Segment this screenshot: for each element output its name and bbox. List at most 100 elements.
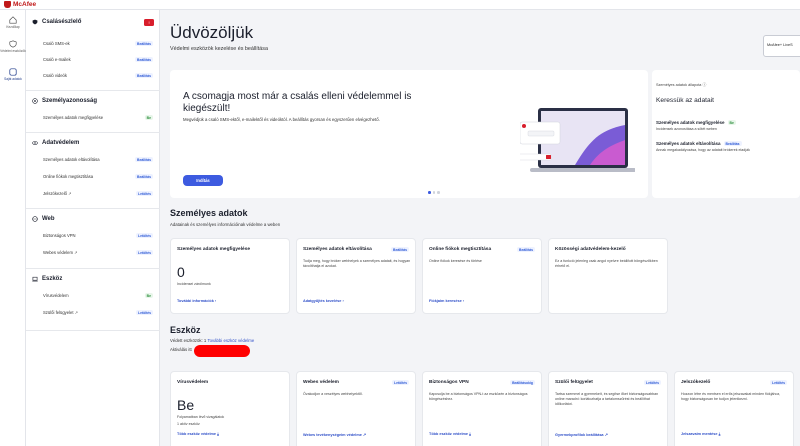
- sidebar-item-label: Személyes adatok eltávolítása: [43, 157, 100, 162]
- sidebar-item-scam-email[interactable]: Csaló e-mailek Beállítás: [43, 57, 153, 62]
- info-icon[interactable]: ⓘ: [702, 83, 706, 87]
- status-badge: Letöltés: [136, 233, 153, 238]
- card-link[interactable]: Gyermekprofilok beállítása ↗: [555, 432, 608, 437]
- page-title: Üdvözöljük: [170, 23, 254, 42]
- external-link-icon: ↗: [74, 250, 78, 255]
- nav-rail: Kezdőlap Védelmi eszközök Saját adatok: [0, 10, 26, 446]
- sidebar-item-label: Jelszókezelő: [43, 191, 67, 196]
- card-antivirus[interactable]: Vírusvédelem Be Folyamatban lévő vizsgál…: [170, 371, 290, 446]
- status-badge: Letöltés: [136, 250, 153, 255]
- promo-banner: A csomagja most már a csalás elleni véde…: [170, 70, 648, 198]
- sidebar-item-label: Csaló videók: [43, 73, 67, 78]
- sidebar-item-identity-monitoring[interactable]: Személyes adatok megfigyelése Be: [43, 115, 153, 120]
- eye-icon: [32, 141, 38, 145]
- chevron-right-icon: ›: [462, 299, 465, 303]
- card-vpn[interactable]: Biztonságos VPN Beállításokig Kapcsolja …: [422, 371, 542, 446]
- mcafee-logo[interactable]: McAfee: [4, 1, 36, 8]
- section-identity-head: Személyazonosság: [32, 98, 97, 104]
- section-divider: [26, 268, 160, 269]
- sidebar-item-label: Online fiókok megtisztítása: [43, 174, 94, 179]
- panel-row-desc: Incidensek azonosítása a sötét weben: [656, 127, 717, 131]
- status-badge: Letöltés: [136, 310, 153, 315]
- status-badge: Letöltés: [644, 380, 661, 385]
- redaction-mark: [194, 345, 250, 357]
- sidebar-item-password-manager[interactable]: Jelszókezelő ↗ Letöltés: [43, 191, 153, 196]
- card-body: Tartsa szemmel a gyermekeit, és segítse …: [555, 392, 659, 406]
- sidebar-item-label: Csaló e-mailek: [43, 57, 71, 62]
- card-link[interactable]: További információk ›: [177, 299, 216, 303]
- sidebar-item-web-protection[interactable]: Webes védelem ↗ Letöltés: [43, 250, 153, 255]
- sidebar-item-antivirus[interactable]: Vírusvédelem Be: [43, 293, 153, 298]
- card-title: Online fiókok megtisztítása: [429, 247, 492, 252]
- status-badge: Beállítás: [723, 141, 742, 146]
- card-link[interactable]: Webes tevékenységeim védelme ↗: [303, 432, 366, 437]
- external-link-icon: ↗: [604, 433, 608, 437]
- sidebar-item-vpn[interactable]: Biztonságos VPN Letöltés: [43, 233, 153, 238]
- sidebar-item-label: Szülői felügyelet: [43, 310, 74, 315]
- rail-item-my-data[interactable]: Saját adatok: [0, 68, 26, 82]
- card-body: Ez a funkció jelenleg csak angol nyelvre…: [555, 259, 658, 268]
- status-badge: Beállítás: [135, 73, 153, 78]
- incident-count: 0: [177, 264, 185, 280]
- sidebar-item-scam-video[interactable]: Csaló videók Beállítás: [43, 73, 153, 78]
- card-body: Óvakodjon a veszélyes webhelyektől.: [303, 392, 363, 396]
- card-title: Webes védelem: [303, 380, 339, 385]
- section-device-head: Eszköz: [32, 276, 62, 282]
- card-account-cleanup[interactable]: Online fiókok megtisztítása Beállítás On…: [422, 238, 542, 314]
- card-title: Szülői felügyelet: [555, 380, 593, 385]
- card-web-protection[interactable]: Webes védelem Letöltés Óvakodjon a veszé…: [296, 371, 416, 446]
- rail-item-home[interactable]: Kezdőlap: [0, 16, 26, 30]
- card-password-manager[interactable]: Jelszókezelő Letöltés Hozzon létre és me…: [674, 371, 794, 446]
- card-body: Incidensei zárólmunk: [177, 282, 211, 286]
- section-fraud-title: Csalásészlelő: [42, 19, 82, 25]
- livesafe-button[interactable]: McAfee+ LiveS: [763, 35, 800, 57]
- sidebar-item-label: Vírusvédelem: [43, 293, 69, 298]
- rail-label-home: Kezdőlap: [6, 25, 20, 29]
- sidebar: Csalásészlelő ! Csaló SMS-ek Beállítás Cs…: [26, 10, 160, 446]
- card-link[interactable]: Több eszköz védelme ⤓: [429, 432, 471, 436]
- sidebar-item-scam-sms[interactable]: Csaló SMS-ek Beállítás: [43, 41, 153, 46]
- card-title: Személyes adatok megfigyelése: [177, 247, 251, 252]
- sidebar-item-parental-control[interactable]: Szülői felügyelet ↗ Letöltés: [43, 310, 153, 315]
- status-badge: Beállítás: [135, 41, 153, 46]
- home-icon: [9, 16, 17, 24]
- identity-status-panel: Személyes adatok állapota ⓘ Keressük az …: [652, 70, 800, 198]
- download-icon: ⤓: [718, 432, 721, 436]
- card-link[interactable]: Több eszköz védelme ⤓: [177, 432, 219, 436]
- status-badge: Letöltés: [392, 380, 409, 385]
- laptop-icon: [32, 276, 38, 282]
- user-icon: [9, 68, 17, 76]
- start-button[interactable]: Indítás: [183, 175, 223, 186]
- panel-row-monitoring[interactable]: Személyes adatok megfigyelése Be: [656, 120, 736, 125]
- account-line: Aktiválás itt: [170, 347, 192, 352]
- card-parental-control[interactable]: Szülői felügyelet Letöltés Tartsa szemme…: [548, 371, 668, 446]
- panel-title: Keressük az adatait: [656, 97, 714, 104]
- sidebar-item-label: Biztonságos VPN: [43, 233, 76, 238]
- rail-item-protection[interactable]: Védelmi eszközök: [0, 40, 26, 54]
- card-link[interactable]: Jelszavaim mentése ⤓: [681, 432, 720, 436]
- card-identity-monitoring[interactable]: Személyes adatok megfigyelése 0 Incidens…: [170, 238, 290, 314]
- personal-section-title: Személyes adatok: [170, 208, 248, 218]
- card-data-removal[interactable]: Személyes adatok eltávolítása Beállítás …: [296, 238, 416, 314]
- main-content: Üdvözöljük Védelmi eszközök kezelése és …: [160, 10, 800, 446]
- fraud-alert-button[interactable]: !: [144, 19, 154, 26]
- status-badge: Be: [144, 293, 153, 298]
- protect-more-link[interactable]: További eszköz védelme: [207, 338, 254, 343]
- card-title: Biztonságos VPN: [429, 380, 469, 385]
- section-divider: [26, 208, 160, 209]
- panel-row-desc: Annak megakadályozása, hogy az adatait b…: [656, 148, 750, 152]
- card-title: Vírusvédelem: [177, 380, 209, 385]
- section-divider: [26, 132, 160, 133]
- sidebar-item-account-cleanup[interactable]: Online fiókok megtisztítása Beállítás: [43, 174, 153, 179]
- sidebar-item-data-removal[interactable]: Személyes adatok eltávolítása Beállítás: [43, 157, 153, 162]
- shield-icon: [9, 40, 17, 48]
- card-link[interactable]: Fiókjaim keresése ›: [429, 299, 464, 303]
- card-link[interactable]: Adatgyűjtés kezelése ›: [303, 299, 344, 303]
- external-link-icon: ↗: [74, 310, 79, 315]
- chevron-right-icon: ›: [342, 299, 344, 303]
- status-badge: Be: [144, 115, 153, 120]
- card-social-privacy[interactable]: Közösségi adatvédelem-kezelő Ez a funkci…: [548, 238, 668, 314]
- panel-row-removal[interactable]: Személyes adatok eltávolítása Beállítás: [656, 141, 742, 146]
- page-subtitle: Védelmi eszközök kezelése és beállítása: [170, 46, 268, 52]
- carousel-dots[interactable]: [428, 191, 440, 194]
